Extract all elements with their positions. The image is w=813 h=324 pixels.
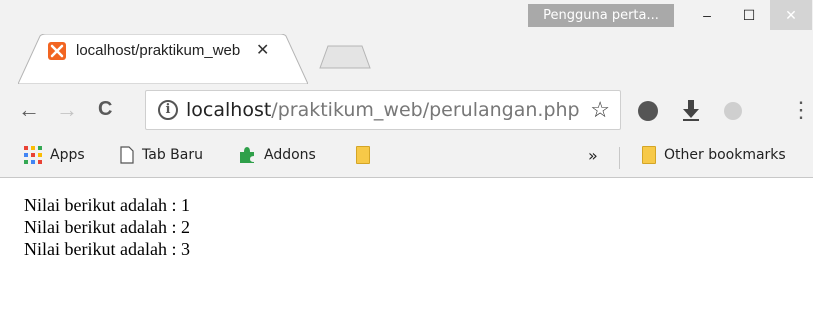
globe-extension-icon[interactable] [724,102,742,120]
url-text[interactable]: localhost/praktikum_web/perulangan.php [186,99,580,121]
minimize-button[interactable]: ‒ [686,0,728,30]
extension-reel-icon[interactable] [638,101,658,121]
new-tab-button[interactable] [318,44,372,70]
bookmark-tab-baru-label: Tab Baru [142,147,203,163]
maximize-button[interactable]: ☐ [728,0,770,30]
page-content: Nilai berikut adalah : 1 Nilai berikut a… [24,194,190,260]
bookmarks-separator [619,147,620,169]
active-tab[interactable]: localhost/praktikum_web ✕ [18,34,308,84]
apps-grid-icon [24,146,42,164]
puzzle-icon [240,147,254,163]
reload-icon[interactable]: C [98,98,112,121]
more-bookmarks-button[interactable]: » [588,146,598,165]
output-line: Nilai berikut adalah : 3 [24,239,190,259]
info-icon[interactable]: i [158,100,178,120]
tab-close-icon[interactable]: ✕ [256,40,269,60]
output-line: Nilai berikut adalah : 1 [24,195,190,215]
bookmark-tab-baru[interactable]: Tab Baru [120,146,203,164]
url-path: /praktikum_web/perulangan.php [271,99,580,121]
folder-icon [356,146,370,164]
bookmark-star-icon[interactable]: ☆ [590,97,610,123]
page-icon [120,146,134,164]
bookmark-addons-label: Addons [264,147,316,163]
title-bar: Pengguna perta... ‒ ☐ ✕ localhost/prakti… [0,0,813,84]
output-line: Nilai berikut adalah : 2 [24,217,190,237]
bookmark-apps-label: Apps [50,147,85,163]
download-icon[interactable] [681,100,701,122]
bookmarks-bar: Apps Tab Baru Addons » Other bookmarks [0,138,813,178]
other-bookmarks[interactable]: Other bookmarks [642,146,786,164]
other-bookmarks-label: Other bookmarks [664,147,786,163]
tab-title: localhost/praktikum_web [76,42,241,59]
bookmark-folder[interactable] [356,146,370,164]
bookmark-addons[interactable]: Addons [238,146,316,164]
xampp-icon [48,42,66,60]
url-host: localhost [186,99,272,121]
bookmark-apps[interactable]: Apps [24,146,85,164]
menu-icon[interactable]: ⋮ [790,97,812,123]
close-window-button[interactable]: ✕ [770,0,812,30]
back-icon[interactable]: ← [18,97,40,123]
forward-icon[interactable]: → [56,97,78,123]
profile-button[interactable]: Pengguna perta... [528,4,674,27]
folder-icon [642,146,656,164]
address-bar[interactable]: i localhost/praktikum_web/perulangan.php… [145,90,621,130]
